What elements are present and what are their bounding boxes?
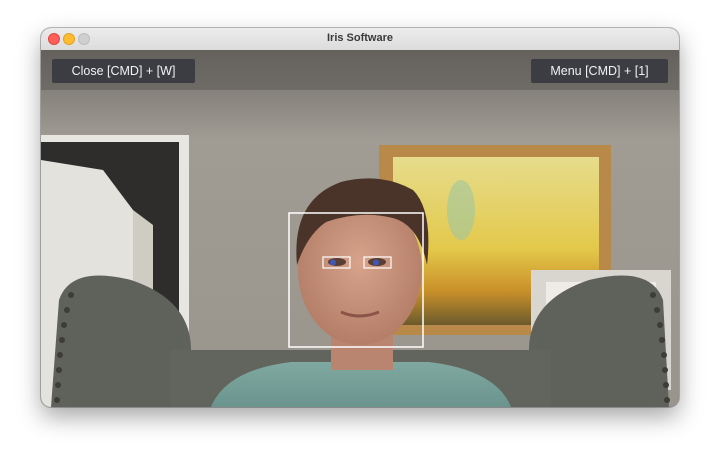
painting-figure (447, 180, 475, 240)
left-pupil-marker (330, 259, 336, 266)
window-title: Iris Software (326, 32, 394, 44)
right-pupil-marker (373, 259, 379, 266)
menu-button[interactable]: Menu [CMD] + [1] (531, 59, 668, 83)
camera-feed (41, 50, 679, 407)
app-window: Iris Software Close [CMD] + [W] Menu [CM… (41, 28, 679, 407)
close-button[interactable]: Close [CMD] + [W] (52, 59, 195, 83)
title-bar[interactable]: Iris Software (41, 28, 679, 51)
camera-frame-image (41, 50, 679, 407)
